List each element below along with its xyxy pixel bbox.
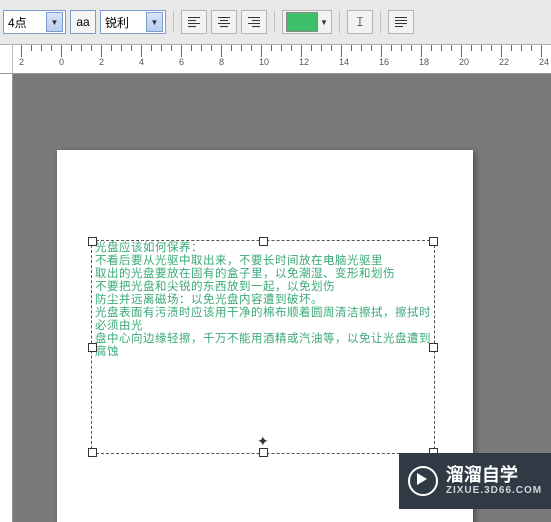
resize-handle-tl[interactable]: [88, 237, 97, 246]
ruler-label: 2: [19, 57, 24, 67]
align-center-icon: [218, 17, 230, 27]
ruler-label: 10: [259, 57, 269, 67]
formatting-toolbar: 4点 ▼ aa 锐利 ▼ ▼ 𝙸: [0, 0, 551, 45]
ruler-label: 0: [59, 57, 64, 67]
align-center-button[interactable]: [211, 10, 237, 34]
separator: [380, 11, 381, 33]
align-left-icon: [188, 17, 200, 27]
ruler-label: 6: [179, 57, 184, 67]
text-line: 光盘表面有污渍时应该用干净的棉布顺着圆周清洁擦拭，擦拭时必须由光: [95, 307, 431, 333]
text-color-button[interactable]: ▼: [282, 10, 332, 34]
anti-alias-button[interactable]: aa: [70, 10, 96, 34]
paragraph-panel-button[interactable]: [388, 10, 414, 34]
play-icon: [408, 466, 438, 496]
ruler-label: 16: [379, 57, 389, 67]
vertical-ruler[interactable]: [0, 74, 13, 522]
watermark: 溜溜自学 ZIXUE.3D66.COM: [399, 453, 551, 509]
ruler-label: 4: [139, 57, 144, 67]
aa-label: aa: [76, 15, 89, 29]
align-right-button[interactable]: [241, 10, 267, 34]
warp-text-icon: 𝙸: [355, 14, 364, 30]
anti-alias-mode-combo[interactable]: 锐利 ▼: [100, 10, 166, 34]
chevron-down-icon[interactable]: ▼: [46, 12, 63, 32]
canvas-area[interactable]: 光盘应该如何保养：不看后要从光驱中取出来，不要长时间放在电脑光驱里取出的光盘要放…: [13, 74, 551, 522]
paragraph-icon: [395, 17, 407, 27]
text-content[interactable]: 光盘应该如何保养：不看后要从光驱中取出来，不要长时间放在电脑光驱里取出的光盘要放…: [92, 241, 434, 360]
text-line: 不看后要从光驱中取出来，不要长时间放在电脑光驱里: [95, 255, 431, 268]
color-swatch: [286, 12, 318, 32]
resize-handle-tr[interactable]: [429, 237, 438, 246]
separator: [339, 11, 340, 33]
text-line: 盘中心向边缘轻擦，千万不能用酒精或汽油等，以免让光盘遭到腐蚀: [95, 333, 431, 359]
ruler-label: 24: [539, 57, 549, 67]
resize-handle-ml[interactable]: [88, 343, 97, 352]
font-size-value: 4点: [8, 14, 27, 31]
ruler-label: 2: [99, 57, 104, 67]
text-line: 防尘并远离磁场：以免光盘内容遭到破坏。: [95, 294, 431, 307]
align-right-icon: [248, 17, 260, 27]
ruler-label: 20: [459, 57, 469, 67]
text-line: 不要把光盘和尖锐的东西放到一起，以免划伤: [95, 281, 431, 294]
anchor-icon: ✦: [257, 433, 269, 450]
ruler-label: 12: [299, 57, 309, 67]
warp-text-button[interactable]: 𝙸: [347, 10, 373, 34]
resize-handle-mr[interactable]: [429, 343, 438, 352]
watermark-url: ZIXUE.3D66.COM: [446, 486, 542, 496]
ruler-bar: 2024681012141618202224: [0, 45, 551, 74]
horizontal-ruler[interactable]: 2024681012141618202224: [13, 45, 551, 73]
ruler-label: 18: [419, 57, 429, 67]
chevron-down-icon[interactable]: ▼: [320, 18, 328, 27]
anti-alias-value: 锐利: [105, 14, 129, 31]
chevron-down-icon[interactable]: ▼: [146, 12, 163, 32]
font-size-combo[interactable]: 4点 ▼: [3, 10, 66, 34]
align-left-button[interactable]: [181, 10, 207, 34]
separator: [173, 11, 174, 33]
ruler-label: 14: [339, 57, 349, 67]
ruler-corner: [0, 45, 13, 73]
text-frame[interactable]: 光盘应该如何保养：不看后要从光驱中取出来，不要长时间放在电脑光驱里取出的光盘要放…: [91, 240, 435, 454]
resize-handle-tm[interactable]: [259, 237, 268, 246]
text-line: 取出的光盘要放在固有的盒子里，以免潮湿、变形和划伤: [95, 268, 431, 281]
ruler-label: 8: [219, 57, 224, 67]
resize-handle-bl[interactable]: [88, 448, 97, 457]
separator: [274, 11, 275, 33]
watermark-brand: 溜溜自学: [446, 466, 518, 484]
workspace: 光盘应该如何保养：不看后要从光驱中取出来，不要长时间放在电脑光驱里取出的光盘要放…: [0, 74, 551, 522]
ruler-label: 22: [499, 57, 509, 67]
